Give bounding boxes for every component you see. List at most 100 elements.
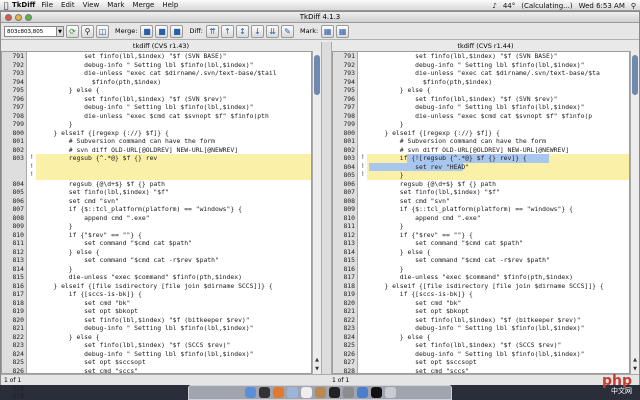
code-line: } else { [38, 86, 100, 94]
finder-icon[interactable] [244, 387, 256, 398]
apple-icon[interactable]:  [0, 1, 12, 10]
code-line: if {[sccs-is-bk]} { [369, 290, 473, 298]
code-line: set finfo(lbl,$index) "$f (SVN $rev)" [369, 94, 558, 103]
line-number: 818 [343, 281, 355, 290]
code-line: set cmd "bk" [38, 298, 131, 307]
code-line: regsub {^.*@} $f {} rev [38, 154, 158, 162]
split-view-button[interactable]: ◫ [96, 24, 109, 38]
system-preferences-icon[interactable] [342, 387, 354, 398]
next-diff-button[interactable]: ↓ [250, 24, 264, 38]
menu-app-name[interactable]: TkDiff [12, 1, 35, 9]
x11-icon[interactable] [370, 387, 382, 398]
address-book-icon[interactable] [314, 387, 326, 398]
merge-right-button[interactable]: ■ [155, 24, 169, 38]
line-number: 796 [343, 94, 355, 103]
ical-icon[interactable] [300, 387, 312, 398]
code-line: set cmd "sccs" [38, 366, 139, 374]
zoom-window-icon[interactable] [25, 14, 32, 21]
code-line: set finfo(lbl,$index) "$f (SVN BASE)" [369, 52, 558, 60]
line-number: 797 [343, 103, 355, 111]
battery-status[interactable]: 44° [503, 2, 515, 10]
scroll-down-icon[interactable]: ▼ [313, 366, 321, 374]
close-window-icon[interactable] [5, 14, 12, 21]
mark-set-button[interactable]: ▦ [321, 24, 335, 38]
menu-edit[interactable]: Edit [61, 1, 75, 9]
edit-button[interactable]: ✎ [280, 24, 294, 38]
line-number: 802 [12, 145, 24, 154]
code-line: append cmd ".exe" [38, 213, 150, 222]
spotlight-icon[interactable]: ⚲ [631, 2, 636, 10]
dashboard-icon[interactable] [258, 387, 270, 398]
line-number: 805 [343, 171, 355, 179]
line-number: 813 [343, 239, 355, 247]
right-scrollbar-thumb[interactable] [632, 55, 638, 95]
line-number: 808 [343, 196, 355, 205]
diff-panes: tkdiff (CVS r1.43) 791 792 793 794 795 796 797… [1, 42, 639, 400]
chevron-down-icon[interactable]: ▼ [56, 26, 63, 36]
line-number: 795 [12, 86, 24, 94]
menu-view[interactable]: View [83, 1, 100, 9]
menu-mark[interactable]: Mark [107, 1, 124, 9]
code-line: debug-info " Setting lbl $finfo(lbl,$ind… [38, 349, 254, 358]
line-number: 811 [343, 222, 355, 230]
code-line: regsub {@\d+$} $f {} path [38, 179, 165, 188]
firefox-icon[interactable] [272, 387, 284, 398]
change-mark-icon: ! [30, 154, 34, 161]
title-bar[interactable]: TkDiff 4.1.3 [1, 12, 639, 23]
right-code-view[interactable]: set finfo(lbl,$index) "$f (SVN BASE)" de… [367, 52, 629, 373]
code-line: } [38, 264, 73, 273]
binoculars-icon[interactable]: ⚲ [81, 24, 94, 38]
diff-selector[interactable]: 803c803,805 ▼ [4, 25, 64, 37]
code-line: set command "$cmd cat $path" [38, 239, 192, 247]
line-number: 818 [12, 298, 24, 307]
volume-icon[interactable]: ♪ [492, 2, 496, 10]
line-number: 819 [12, 307, 24, 315]
pane-divider[interactable] [321, 42, 332, 374]
merge-label: Merge: [115, 27, 138, 35]
left-code-view[interactable]: set finfo(lbl,$index) "$f (SVN BASE)" de… [36, 52, 311, 373]
line-number: 821 [343, 307, 355, 315]
code-line: set cmd "svn" [38, 196, 119, 205]
change-mark-icon: ! [30, 162, 34, 170]
menu-help[interactable]: Help [162, 1, 178, 9]
line-number: 801 [12, 137, 24, 145]
change-mark-icon: ! [30, 171, 34, 178]
line-number: 808 [12, 213, 24, 222]
line-number: 829 [12, 392, 24, 400]
rediff-button[interactable]: ⟳ [66, 24, 79, 38]
line-number: 815 [343, 256, 355, 264]
code-line: debug-info " Setting lbl $finfo(lbl,$ind… [369, 60, 585, 69]
toolbar: 803c803,805 ▼ ⟳ ⚲ ◫ Merge: ■ ■ ■ Diff: ⇈… [1, 23, 639, 40]
code-line: } [369, 264, 404, 273]
trash-icon[interactable] [384, 387, 396, 398]
minimize-window-icon[interactable] [15, 14, 22, 21]
center-diff-button[interactable]: ↕ [235, 24, 249, 38]
diff-selector-value: 803c803,805 [7, 28, 44, 35]
code-line: die-unless "exec $command" $finfo(pth,$i… [369, 273, 573, 281]
itunes-icon[interactable] [356, 387, 368, 398]
prev-diff-button[interactable]: ↑ [220, 24, 234, 38]
line-number: 794 [12, 77, 24, 86]
left-scrollbar[interactable]: ▲ ▼ [312, 51, 321, 374]
scroll-down-icon[interactable]: ▼ [631, 366, 639, 374]
last-diff-button[interactable]: ⇊ [265, 24, 279, 38]
merge-both-button[interactable]: ■ [170, 24, 184, 38]
mail-icon[interactable] [286, 387, 298, 398]
line-number: 798 [343, 111, 355, 120]
left-scrollbar-thumb[interactable] [314, 55, 320, 95]
first-diff-button[interactable]: ⇈ [205, 24, 219, 38]
clock[interactable]: Wed 6:53 AM [579, 2, 625, 10]
code-line: $finfo(pth,$index) [38, 77, 162, 86]
code-line: set cmd "sccs" [369, 366, 470, 374]
scroll-up-icon[interactable]: ▲ [631, 357, 639, 365]
mark-clear-button[interactable]: ▦ [336, 24, 350, 38]
code-line: } elseif {[regexp {://} $f]} { [38, 128, 169, 137]
merge-left-button[interactable]: ■ [140, 24, 154, 38]
scroll-up-icon[interactable]: ▲ [313, 357, 321, 365]
right-scrollbar[interactable]: ▲ ▼ [630, 51, 639, 374]
menu-merge[interactable]: Merge [132, 1, 154, 9]
terminal-icon[interactable] [328, 387, 340, 398]
menu-file[interactable]: File [41, 1, 53, 9]
